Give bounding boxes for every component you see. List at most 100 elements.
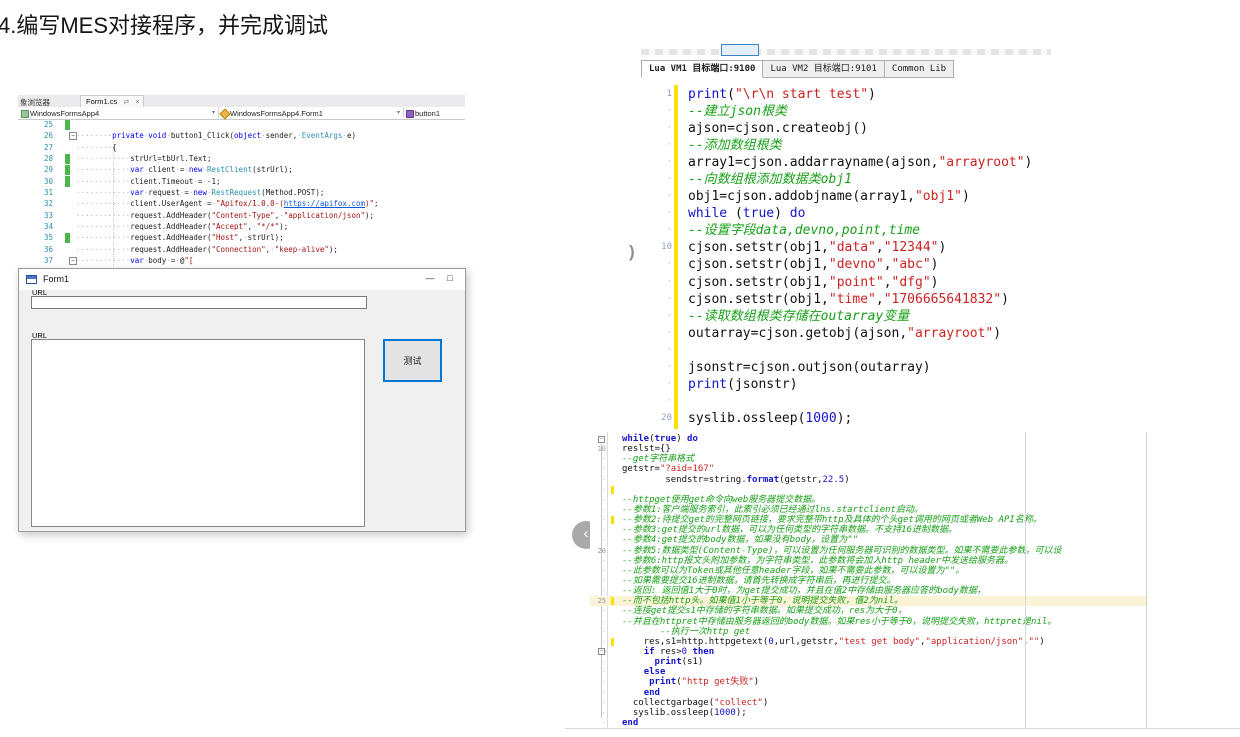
code-text: --读取数组根类存储在outarray变量 xyxy=(688,308,909,325)
method-icon xyxy=(406,110,414,118)
csharp-code-area: 2526−········private·void·button1_Click(… xyxy=(18,119,465,278)
tab-close-icon[interactable]: × xyxy=(135,99,139,106)
code-line: ·obj1=cjson.addobjname(array1,"obj1") xyxy=(641,188,1065,205)
code-line: ·--参数6:http报文头附加参数，为字符串类型，此参数将会加入http he… xyxy=(590,556,1147,566)
line-number: · xyxy=(590,677,606,687)
line-number: · xyxy=(641,120,672,137)
line-number: · xyxy=(641,274,672,291)
code-line: ·--参数2:待提交get的完整网页链接，要求完整带http及具体的个头get调… xyxy=(590,515,1147,525)
code-text: --httpget使用get命令向web服务器提交数据。 xyxy=(622,495,820,505)
line-number: · xyxy=(590,627,606,637)
line-number: · xyxy=(590,464,606,474)
tab-promote-icon[interactable]: ⇄ xyxy=(123,99,129,106)
code-text: cjson.setstr(obj1,"time","1706665641832"… xyxy=(688,291,1009,308)
line-number: 20 xyxy=(641,410,672,427)
code-text: --返回: 返回值1大于0时，为get提交成功，并且在值2中存储由服务器应答的b… xyxy=(622,586,986,596)
code-text: ············var·client·=·new·RestClient(… xyxy=(76,164,293,175)
code-text: --添加数组根类 xyxy=(688,137,782,154)
url-input[interactable] xyxy=(31,296,367,309)
code-text: --设置字段data,devno,point,time xyxy=(688,222,920,239)
code-text: while(true) do xyxy=(622,434,698,444)
code-line: ·--参数4:get提交的body数据，如果没有body，设置为"" xyxy=(590,535,1147,545)
line-number: 26 xyxy=(18,130,53,141)
chevron-down-icon: ▾ xyxy=(212,109,215,116)
project-dropdown[interactable]: WindowsFormsApp4 ▾ xyxy=(18,107,219,118)
line-number: · xyxy=(641,137,672,154)
line-number: · xyxy=(590,525,606,535)
line-number: 10 xyxy=(590,444,606,454)
code-text: obj1=cjson.addobjname(array1,"obj1") xyxy=(688,188,970,205)
code-text: ············request.AddHeader("Host",·st… xyxy=(76,232,284,243)
code-text: sendstr=string.format(getstr,22.5) xyxy=(622,475,850,485)
change-bar xyxy=(611,516,614,524)
code-line: · print(s1) xyxy=(590,657,1147,667)
code-line: 35············request.AddHeader("Host",·… xyxy=(18,232,465,243)
form1-title-bar[interactable]: Form1 — □ xyxy=(19,269,465,290)
class-dropdown[interactable]: WindowsFormsApp4.Form1 ▾ xyxy=(218,107,404,118)
code-line: · collectgarbage("collect") xyxy=(590,698,1147,708)
code-line: ·cjson.setstr(obj1,"point","dfg") xyxy=(641,274,1065,291)
line-number: · xyxy=(590,535,606,545)
project-dropdown-value: WindowsFormsApp4 xyxy=(30,109,99,118)
fold-collapse-icon[interactable]: − xyxy=(598,436,605,443)
lua-editor-panel: Lua VM1 目标端口:9100 Lua VM2 目标端口:9101 Comm… xyxy=(641,44,1065,434)
change-bar xyxy=(65,165,70,176)
code-line: · print("http get失败") xyxy=(590,677,1147,687)
line-number: 36 xyxy=(18,244,53,255)
code-line: 10reslst={} xyxy=(590,444,1147,454)
code-line: 34············request.AddHeader("Accept"… xyxy=(18,221,465,232)
change-bar xyxy=(611,597,614,605)
code-text: --并且在httpret中存储由服务器返回的body数据。如果res小于等于0，… xyxy=(622,617,1056,627)
code-line: 26−········private·void·button1_Click(ob… xyxy=(18,130,465,141)
code-text: print(s1) xyxy=(622,657,703,667)
lua-tab-bar: Lua VM1 目标端口:9100 Lua VM2 目标端口:9101 Comm… xyxy=(641,60,1065,78)
line-number: 28 xyxy=(18,153,53,164)
result-textarea[interactable] xyxy=(31,339,365,527)
class-icon xyxy=(219,108,230,119)
code-line: ·cjson.setstr(obj1,"devno","abc") xyxy=(641,256,1065,273)
line-number: · xyxy=(590,708,606,718)
code-line: ·--参数3:get提交的url数据，可以为任何类型的字符串数据。不支持16进制… xyxy=(590,525,1147,535)
test-button[interactable]: 测试 xyxy=(383,339,442,382)
page: 4.编写MES对接程序，并完成调试 象浏览器 Form1.cs ⇄ × Wind… xyxy=(0,0,1240,737)
window-icon xyxy=(26,275,37,284)
line-number: 31 xyxy=(18,187,53,198)
code-text: --此参数可以为Token或其他任意header字段，如果不需要此参数，可以设置… xyxy=(622,566,964,576)
code-text: ············var·body·=·@"[ xyxy=(76,255,193,266)
code-line: · sendstr=string.format(getstr,22.5) xyxy=(590,475,1147,485)
code-line: ·--设置字段data,devno,point,time xyxy=(641,222,1065,239)
tab-common-lib[interactable]: Common Lib xyxy=(885,60,954,78)
line-number: · xyxy=(590,586,606,596)
line-number: 30 xyxy=(18,176,53,187)
line-number: · xyxy=(590,667,606,677)
code-line: 29············var·client·=·new·RestClien… xyxy=(18,164,465,175)
minimize-button[interactable]: — xyxy=(423,273,437,283)
fold-collapse-icon[interactable]: − xyxy=(598,648,605,655)
member-dropdown[interactable]: button1 xyxy=(403,107,465,118)
form1-window: Form1 — □ URL URL 测试 xyxy=(18,268,466,532)
code-text: ········private·void·button1_Click(objec… xyxy=(76,130,356,141)
code-text: end xyxy=(622,718,638,728)
window-title: Form1 xyxy=(43,274,69,284)
code-line: ·−while(true) do xyxy=(590,434,1147,444)
lua-code-area: 1print("\r\n start test")·--建立json根类·ajs… xyxy=(641,86,1065,427)
chevron-down-icon: ▾ xyxy=(397,109,400,116)
tab-lua-vm2[interactable]: Lua VM2 目标端口:9101 xyxy=(763,60,884,78)
tab-label: Form1.cs xyxy=(86,97,117,106)
line-number: 32 xyxy=(18,198,53,209)
code-text: print("http get失败") xyxy=(622,677,759,687)
code-line: ·print(jsonstr) xyxy=(641,376,1065,393)
line-number: · xyxy=(590,495,606,505)
line-number: · xyxy=(590,617,606,627)
line-number: · xyxy=(590,485,606,495)
code-text: ajson=cjson.createobj() xyxy=(688,120,868,137)
change-bar xyxy=(65,120,70,131)
code-text: --而不包括http头。如果值1小于等于0，说明提交失败，值2为nil。 xyxy=(622,596,903,606)
maximize-button[interactable]: □ xyxy=(443,273,457,283)
code-text: ········{ xyxy=(76,142,117,153)
code-text: --建立json根类 xyxy=(688,103,787,120)
code-line: · end xyxy=(590,688,1147,698)
line-number: · xyxy=(590,505,606,515)
tab-lua-vm1[interactable]: Lua VM1 目标端口:9100 xyxy=(641,60,763,78)
line-number: · xyxy=(590,657,606,667)
